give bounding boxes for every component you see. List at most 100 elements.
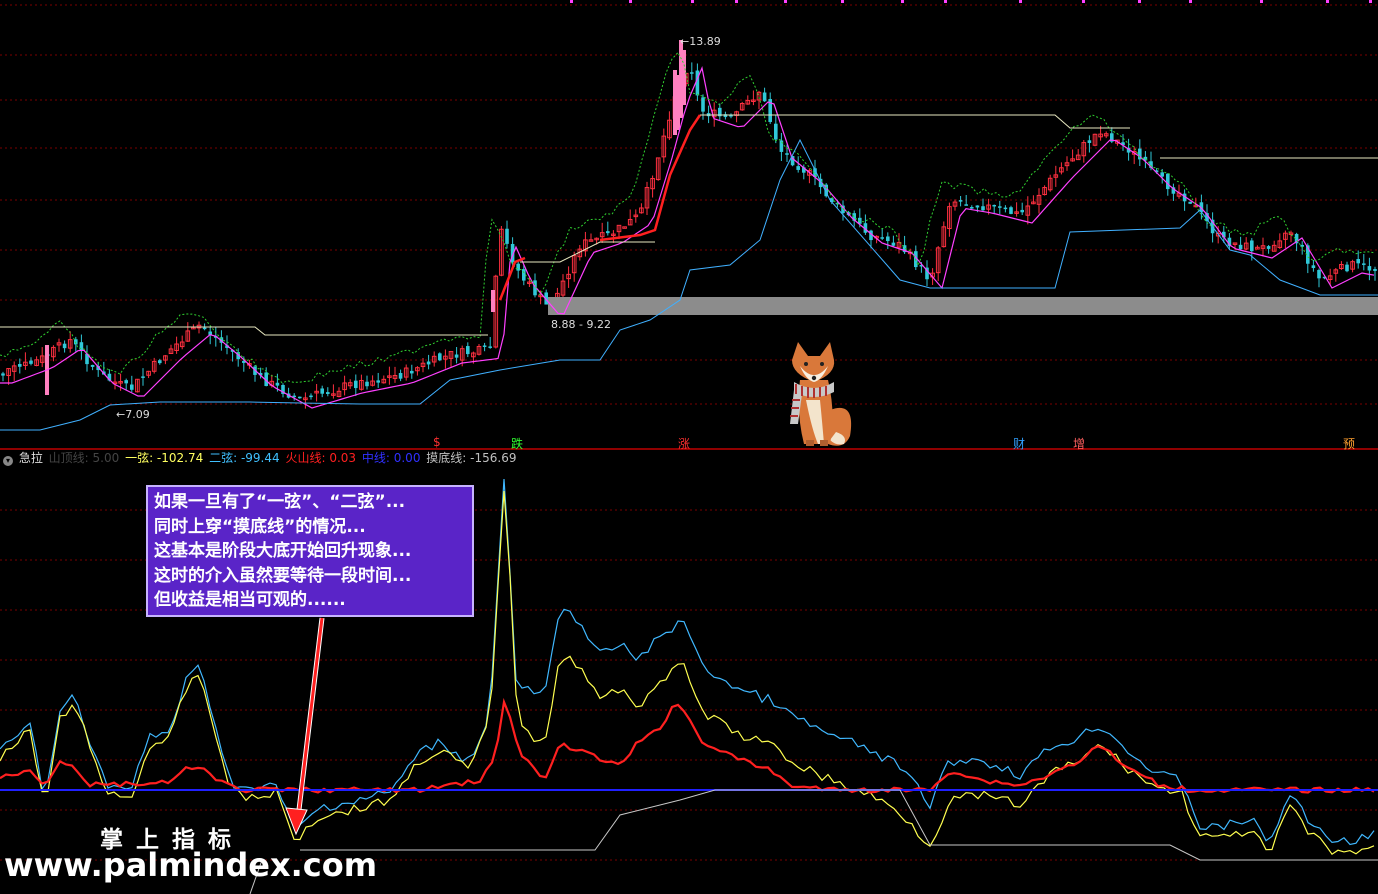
candle-body [958, 200, 963, 202]
candle-body [690, 72, 694, 74]
candle-body [762, 92, 767, 102]
arrow-shaft [296, 617, 324, 819]
annotation-line: 这基本是阶段大底开始回升现象... [154, 541, 412, 561]
candle-body [79, 342, 84, 352]
collapse-icon[interactable]: ▾ [3, 456, 13, 466]
candle-body [1356, 259, 1360, 264]
fox-icon [790, 342, 852, 446]
candle-body [466, 346, 470, 355]
indicator-legend: ▾ 急拉 山顶线: 5.00 一弦: -102.74 二弦: -99.44 火山… [0, 449, 1378, 467]
highlight-candle [682, 50, 686, 105]
legend-item-string1: 一弦: -102.74 [125, 451, 204, 465]
signal-dot [735, 0, 738, 3]
volcano-line [0, 697, 1375, 794]
candle-body [454, 354, 459, 358]
candle-body [970, 207, 974, 209]
support-line [0, 138, 1378, 431]
candle-body [1317, 270, 1321, 279]
signal-1: $ [433, 435, 441, 449]
candle-body [398, 373, 403, 379]
candle-body [1, 373, 5, 376]
candle-body [158, 360, 162, 364]
candle-body [29, 360, 33, 364]
candle-body [1367, 266, 1372, 271]
candle-body [1345, 264, 1349, 272]
candle-body [1166, 173, 1170, 190]
annotation-line: 这时的介入虽然要等待一段时间... [154, 565, 412, 586]
resistance-line [0, 326, 488, 336]
signal-dot [1260, 0, 1263, 3]
candle-body [18, 364, 22, 367]
signal-dot [841, 0, 844, 3]
candle-body [606, 231, 610, 234]
candle-body [1266, 246, 1271, 249]
candle-body [891, 242, 896, 246]
candle-body [309, 395, 313, 398]
bottom-line [300, 789, 1378, 861]
candle-body [1300, 244, 1304, 247]
annotation-line: 但收益是相当可观的...... [154, 590, 346, 610]
highlight-candle [491, 290, 495, 312]
signal-dot [1369, 0, 1372, 3]
signal-dot [1189, 0, 1192, 3]
candle-body [785, 153, 789, 155]
candle-body [701, 97, 705, 112]
candle-body [62, 343, 67, 349]
legend-item-peak: 山顶线: 5.00 [48, 451, 120, 465]
candle-body [326, 392, 330, 394]
signal-dot [1082, 0, 1085, 3]
candle-body [886, 236, 890, 242]
candle-body [998, 206, 1002, 208]
grid-lines [0, 0, 1378, 861]
signal-dot [1326, 0, 1329, 3]
price-overlays [0, 51, 1378, 431]
candle-body [1373, 269, 1377, 271]
signal-dot [1019, 0, 1022, 3]
signal-dot [629, 0, 632, 3]
high-price-label: ←13.89 [680, 35, 721, 48]
envelope-line [0, 51, 1375, 384]
annotation-arrow [285, 617, 325, 836]
candle-body [298, 396, 302, 399]
candle-body [1238, 244, 1243, 250]
signal-dot [944, 0, 947, 3]
candle-body [880, 237, 884, 239]
candle-body [1020, 209, 1024, 213]
ma-line [0, 65, 1375, 409]
annotation-line: 如果一旦有了“一弦”、“二弦”... [154, 492, 406, 512]
candle-body [482, 345, 487, 347]
legend-item-midline: 中线: 0.00 [361, 451, 421, 465]
candle-body [516, 263, 520, 271]
candle-body [275, 382, 280, 386]
annotation-line: 同时上穿“摸底线”的情况... [154, 516, 366, 537]
candle-body [981, 206, 985, 211]
box-range-label: 8.88 - 9.22 [551, 318, 611, 331]
candle-body [365, 381, 369, 387]
candle-body [320, 388, 324, 394]
candle-body [488, 346, 492, 348]
candle-body [1160, 172, 1164, 177]
candle-body [964, 204, 968, 206]
legend-item-string2: 二弦: -99.44 [209, 451, 280, 465]
candle-body [1087, 140, 1092, 143]
candle-body [992, 204, 996, 207]
candle-body [202, 327, 207, 330]
candlesticks [1, 40, 1377, 409]
signal-dot [784, 0, 787, 3]
candle-body [1311, 265, 1316, 269]
candle-body [426, 361, 431, 365]
candle-body [975, 205, 980, 208]
annotation-box: 如果一旦有了“一弦”、“二弦”... 同时上穿“摸底线”的情况... 这基本是阶… [146, 485, 474, 617]
candle-body [505, 228, 509, 244]
candle-body [124, 380, 128, 384]
low-price-label: ←7.09 [116, 408, 150, 421]
candle-body [90, 364, 95, 367]
watermark-url: www.palmindex.com [4, 846, 378, 884]
signal-dot [691, 0, 694, 3]
indicator-name[interactable]: 急拉 [19, 451, 43, 465]
signal-dot [901, 0, 904, 3]
candle-body [1188, 201, 1192, 204]
candle-body [774, 123, 778, 140]
candle-body [1250, 240, 1254, 252]
candle-body [438, 353, 442, 361]
